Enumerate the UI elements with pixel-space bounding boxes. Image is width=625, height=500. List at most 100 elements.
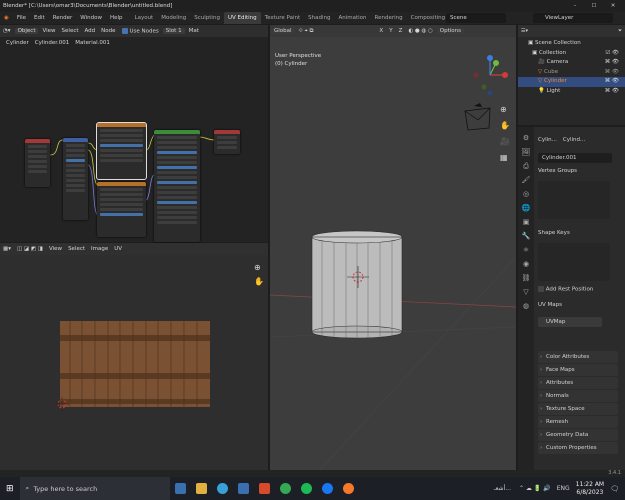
outliner-type-icon[interactable]: ☰▾ bbox=[518, 28, 531, 34]
outliner-item-camera[interactable]: 🎥 Camera ⌘ 👁 bbox=[518, 58, 625, 68]
panel-attributes[interactable]: Attributes bbox=[538, 377, 618, 389]
windows-start-icon[interactable]: ⊞ bbox=[6, 484, 14, 494]
principled-bsdf-node[interactable] bbox=[154, 130, 200, 242]
facebook-icon[interactable] bbox=[321, 483, 333, 494]
weather-widget[interactable]: أشعـ... bbox=[494, 485, 511, 492]
blender-logo-icon[interactable]: ◉ bbox=[0, 15, 13, 21]
mesh-name-field[interactable]: Cylinder.001 bbox=[538, 153, 612, 163]
uv-menu-select[interactable]: Select bbox=[65, 246, 88, 252]
wood-texture-image bbox=[60, 321, 210, 407]
visibility-icons[interactable]: ⌘ 👁 bbox=[605, 68, 619, 78]
taskbar-search-box[interactable]: ⌕ Type here to search bbox=[19, 477, 170, 500]
shape-keys-list[interactable] bbox=[538, 243, 610, 281]
texture-coordinate-node[interactable] bbox=[25, 139, 50, 187]
hand-pan-icon[interactable]: ✋ bbox=[500, 121, 510, 130]
panel-texture-space[interactable]: Texture Space bbox=[538, 403, 618, 415]
outliner-item-light[interactable]: 💡 Light ⌘ 👁 bbox=[518, 87, 625, 97]
3d-viewport[interactable]: Global ⟐ ⌖ ⧉ X Y Z ◐ ● ◍ ○ Options User … bbox=[270, 25, 516, 470]
panel-geometry-data[interactable]: Geometry Data bbox=[538, 429, 618, 441]
edge-icon[interactable] bbox=[216, 483, 228, 494]
panel-color-attributes[interactable]: Color Attributes bbox=[538, 351, 618, 363]
vertex-groups-header[interactable]: Vertex Groups bbox=[538, 168, 577, 174]
panel-remesh[interactable]: Remesh bbox=[538, 416, 618, 428]
tab-compositing[interactable]: Compositing bbox=[407, 12, 449, 24]
wave-texture-node[interactable] bbox=[97, 182, 146, 237]
clock[interactable]: 11:22 AM 6/8/2023 bbox=[576, 481, 604, 497]
axis-z-toggle[interactable]: Z bbox=[396, 28, 406, 34]
mapping-node[interactable] bbox=[63, 138, 88, 220]
options-dropdown[interactable]: Options bbox=[436, 28, 465, 34]
panel-custom-properties[interactable]: Custom Properties bbox=[538, 442, 618, 454]
tab-sculpting[interactable]: Sculpting bbox=[190, 12, 224, 24]
view-layer-selector[interactable]: ViewLayer bbox=[533, 13, 613, 23]
notification-icon[interactable]: 🗨 bbox=[610, 485, 619, 493]
uv-select-mode-icons[interactable]: ◫ ◪ ◩ ◨ bbox=[14, 246, 46, 252]
tab-rendering[interactable]: Rendering bbox=[371, 12, 407, 24]
menu-file[interactable]: File bbox=[13, 15, 30, 21]
shader-node-editor[interactable]: ◔▾ Object View Select Add Node Use Nodes… bbox=[0, 25, 268, 242]
outliner-item-cylinder[interactable]: ▽ Cylinder ⌘ 👁 bbox=[518, 77, 625, 87]
visibility-icons[interactable]: ☑ 👁 bbox=[605, 49, 619, 59]
crumb-object: Cylin... bbox=[538, 137, 557, 143]
menu-window[interactable]: Window bbox=[76, 15, 106, 21]
filter-icon[interactable]: ⏷ bbox=[615, 28, 625, 34]
maximize-button[interactable]: ☐ bbox=[587, 0, 601, 12]
tray-icons[interactable]: ⌃ ☁ 🔋 🔊 bbox=[519, 485, 551, 492]
zoom-icon[interactable]: ⊕ bbox=[254, 263, 261, 272]
zoom-icon[interactable]: ⊕ bbox=[500, 105, 507, 114]
panel-normals[interactable]: Normals bbox=[538, 390, 618, 402]
uv-maps-header[interactable]: UV Maps bbox=[538, 302, 562, 308]
properties-editor[interactable]: ⚙ 🖼 ⎙ 🖌 ◎ 🌐 ▣ 🔧 ⚛ ◉ ⛓ ▽ ◍ Cylin... Cylind... Cylinde… bbox=[518, 127, 625, 470]
language-indicator[interactable]: ENG bbox=[557, 485, 570, 492]
tab-modeling[interactable]: Modeling bbox=[157, 12, 190, 24]
tab-layout[interactable]: Layout bbox=[131, 12, 158, 24]
snap-icons[interactable]: ⟐ ⌖ ⧉ bbox=[296, 28, 317, 35]
file-explorer-icon[interactable] bbox=[195, 483, 207, 494]
menu-render[interactable]: Render bbox=[49, 15, 77, 21]
hand-pan-icon[interactable]: ✋ bbox=[254, 277, 264, 286]
task-view-icon[interactable] bbox=[174, 483, 186, 494]
brave-icon[interactable] bbox=[258, 483, 270, 494]
uv-image-editor[interactable]: ▦▾ ◫ ◪ ◩ ◨ View Select Image UV ⊕ ✋ bbox=[0, 243, 268, 470]
material-output-node[interactable] bbox=[214, 130, 240, 154]
menu-edit[interactable]: Edit bbox=[30, 15, 49, 21]
spotify-icon[interactable] bbox=[300, 483, 312, 494]
chrome-icon[interactable] bbox=[279, 483, 291, 494]
tab-uv-editing[interactable]: UV Editing bbox=[223, 12, 261, 24]
menu-help[interactable]: Help bbox=[106, 15, 127, 21]
visibility-icons[interactable]: ⌘ 👁 bbox=[605, 58, 619, 68]
uv-editor-type-icon[interactable]: ▦▾ bbox=[0, 246, 14, 252]
visibility-icons[interactable]: ⌘ 👁 bbox=[605, 87, 619, 97]
window-title: Blender* [C:\Users\omar3\Documents\Blend… bbox=[3, 3, 173, 9]
shading-mode-icons[interactable]: ◐ ● ◍ ○ bbox=[405, 28, 435, 34]
tab-animation[interactable]: Animation bbox=[334, 12, 370, 24]
uv-menu-uv[interactable]: UV bbox=[111, 246, 125, 252]
outliner-collection[interactable]: ▣ Collection ☑ 👁 bbox=[518, 49, 625, 59]
uv-menu-image[interactable]: Image bbox=[88, 246, 111, 252]
blender-taskbar-icon[interactable] bbox=[342, 483, 354, 494]
property-tab-icons[interactable]: ⚙ 🖼 ⎙ 🖌 ◎ 🌐 ▣ 🔧 ⚛ ◉ ⛓ ▽ ◍ bbox=[518, 127, 534, 313]
scene-selector[interactable]: Scene bbox=[446, 13, 506, 23]
axis-y-toggle[interactable]: Y bbox=[386, 28, 395, 34]
add-rest-position-toggle[interactable]: Add Rest Position bbox=[538, 286, 593, 293]
panel-face-maps[interactable]: Face Maps bbox=[538, 364, 618, 376]
perspective-grid-icon[interactable]: ▦ bbox=[500, 153, 508, 162]
uv-menu-view[interactable]: View bbox=[46, 246, 65, 252]
orientation-dropdown[interactable]: Global bbox=[271, 28, 295, 34]
image-texture-node[interactable] bbox=[96, 122, 147, 180]
tab-shading[interactable]: Shading bbox=[304, 12, 334, 24]
tab-texture-paint[interactable]: Texture Paint bbox=[261, 12, 305, 24]
store-icon[interactable] bbox=[237, 483, 249, 494]
navigation-gizmo[interactable] bbox=[468, 53, 512, 99]
visibility-icons[interactable]: ⌘ 👁 bbox=[605, 77, 619, 87]
outliner-panel[interactable]: ☰▾ ⏷ ▣ Scene Collection ▣ Collection ☑ 👁 … bbox=[518, 25, 625, 125]
axis-x-toggle[interactable]: X bbox=[376, 28, 386, 34]
outliner-item-cube[interactable]: ▽ Cube ⌘ 👁 bbox=[518, 68, 625, 78]
camera-view-icon[interactable]: 🎥 bbox=[500, 137, 510, 146]
close-button[interactable]: ✕ bbox=[606, 0, 620, 12]
vertex-groups-list[interactable] bbox=[538, 181, 610, 219]
uv-map-item[interactable]: UVMap bbox=[538, 317, 602, 327]
shape-keys-header[interactable]: Shape Keys bbox=[538, 230, 570, 236]
minimize-button[interactable]: – bbox=[568, 0, 582, 12]
outliner-scene-collection[interactable]: ▣ Scene Collection bbox=[518, 39, 625, 49]
